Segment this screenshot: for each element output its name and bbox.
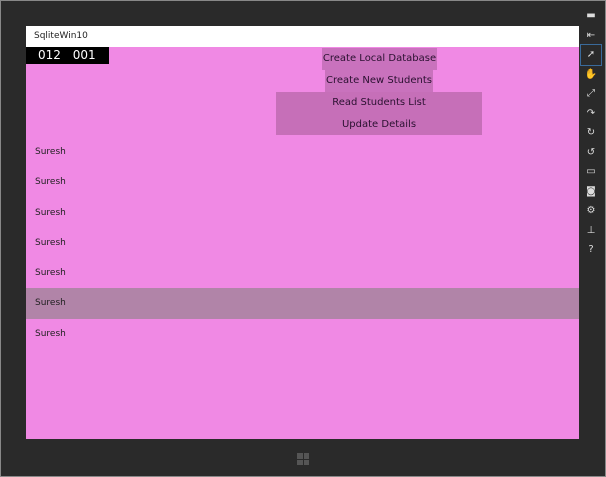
app-window: SqliteWin10 012 001 Create Local Databas…: [26, 26, 579, 439]
frame-rate-counter: 012 001: [26, 47, 109, 64]
camera-icon[interactable]: ◙: [581, 182, 601, 202]
students-list: Suresh Suresh Suresh Suresh Suresh Suresh Sure…: [26, 137, 579, 349]
resolution-icon[interactable]: ▭: [581, 162, 601, 182]
rotate-gesture-icon[interactable]: ↷: [581, 104, 601, 124]
network-icon[interactable]: ⊥: [581, 221, 601, 241]
hand-icon[interactable]: ✋: [581, 65, 601, 85]
help-icon[interactable]: ?: [581, 240, 601, 260]
app-title: SqliteWin10: [26, 26, 579, 47]
list-item[interactable]: Suresh: [26, 258, 579, 288]
minimize-icon[interactable]: ▬: [581, 6, 601, 26]
list-item[interactable]: Suresh: [26, 137, 579, 167]
list-item[interactable]: Suresh: [26, 319, 579, 349]
pinch-icon[interactable]: ⤢: [581, 84, 601, 104]
list-item[interactable]: Suresh: [26, 288, 579, 319]
simulator-toolbar: ▬ ⇤ ➚ ✋ ⤢ ↷ ↻ ↺ ▭ ◙ ⚙ ⊥?: [580, 6, 602, 260]
list-item[interactable]: Suresh: [26, 228, 579, 258]
pointer-icon[interactable]: ➚: [580, 44, 602, 66]
windows-logo-icon[interactable]: [297, 453, 309, 465]
update-details-button[interactable]: Update Details: [276, 114, 482, 135]
pin-icon[interactable]: ⇤: [581, 26, 601, 46]
rotate-clockwise-icon[interactable]: ↻: [581, 123, 601, 143]
settings-icon[interactable]: ⚙: [581, 201, 601, 221]
list-item[interactable]: Suresh: [26, 198, 579, 228]
read-students-list-button[interactable]: Read Students List: [276, 92, 482, 114]
simulator-frame: SqliteWin10 012 001 Create Local Databas…: [0, 0, 606, 477]
rotate-counterclockwise-icon[interactable]: ↺: [581, 143, 601, 163]
create-local-database-button[interactable]: Create Local Database: [322, 48, 437, 70]
create-new-students-button[interactable]: Create New Students: [325, 70, 433, 92]
list-item[interactable]: Suresh: [26, 167, 579, 197]
